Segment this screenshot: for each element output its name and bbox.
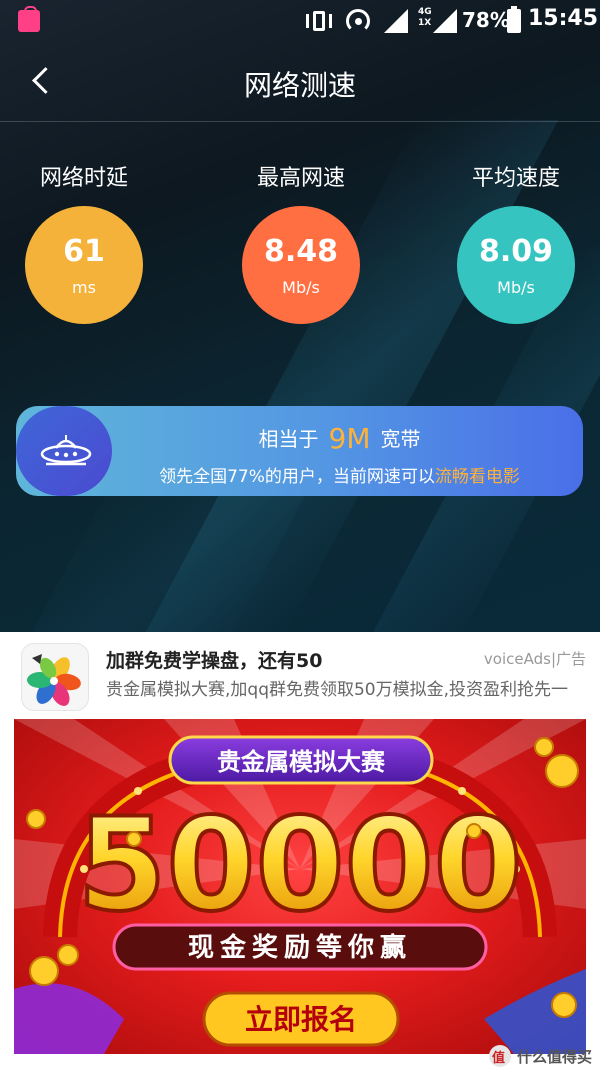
watermark: 什么值得买 <box>488 1045 592 1067</box>
ad-subline: 现金奖励等你赢 <box>188 932 412 963</box>
bandwidth-equivalent: 相当于 9M 宽带 <box>258 422 421 455</box>
ad-app-icon[interactable] <box>22 644 88 710</box>
latency-label: 网络时延 <box>39 166 128 191</box>
network-type-label: 4G 1X <box>418 7 432 28</box>
ad-source-label: voiceAds|广告 <box>483 650 586 668</box>
vibrate-icon <box>302 8 336 34</box>
max-speed-unit: Mb/s <box>282 277 320 297</box>
ad-cta: 立即报名 <box>245 1003 357 1036</box>
hotspot-icon <box>344 8 372 34</box>
ad-headline: 贵金属模拟大赛 <box>217 748 386 776</box>
speed-result-banner: 相当于 9M 宽带 领先全国77%的用户，当前网速可以流畅看电影 <box>16 406 583 496</box>
battery-icon <box>507 6 521 33</box>
ufo-icon <box>40 435 92 466</box>
max-speed-circle: 8.48 Mb/s <box>242 206 360 324</box>
latency-value: 61 <box>63 233 105 269</box>
ad-artwork: 贵金属模拟大赛 50000 现金奖励等你赢 立即报名 <box>14 719 586 1054</box>
max-speed-label: 最高网速 <box>256 166 345 191</box>
page-title: 网络测速 <box>243 69 356 102</box>
avg-speed-unit: Mb/s <box>497 277 535 297</box>
signal-strength-icon <box>383 8 409 34</box>
ufo-badge <box>16 406 112 496</box>
shopping-bag-icon <box>18 6 40 32</box>
status-bar: 4G 1X 78% 15:45 <box>0 0 600 44</box>
avg-speed-value: 8.09 <box>478 233 554 269</box>
latency-circle: 61 ms <box>25 206 143 324</box>
ad-title[interactable]: 加群免费学操盘，还有50 <box>106 646 322 673</box>
ad-description: 贵金属模拟大赛,加qq群免费领取50万模拟金,投资盈利抢先一 <box>106 680 569 700</box>
page-header: 网络测速 <box>0 44 600 122</box>
avg-speed-metric: 平均速度 8.09 Mb/s <box>436 160 596 324</box>
ad-banner-image[interactable]: 贵金属模拟大赛 50000 现金奖励等你赢 立即报名 <box>14 719 586 1054</box>
ranking-text: 领先全国77%的用户，当前网速可以流畅看电影 <box>159 467 520 487</box>
ad-amount: 50000 <box>77 791 522 940</box>
battery-percentage: 78% <box>462 8 510 32</box>
latency-unit: ms <box>72 277 96 297</box>
capability-highlight: 流畅看电影 <box>434 467 520 487</box>
max-speed-value: 8.48 <box>263 233 339 269</box>
ad-card[interactable]: 加群免费学操盘，还有50 voiceAds|广告 贵金属模拟大赛,加qq群免费领… <box>0 632 600 1067</box>
mobile-signal-icon <box>432 8 458 34</box>
watermark-text: 什么值得买 <box>516 1047 592 1066</box>
speed-test-panel: 4G 1X 78% 15:45 网络测速 网络时延 61 ms 最高网速 8.4… <box>0 0 600 632</box>
bandwidth-value: 9M <box>328 422 371 455</box>
latency-metric: 网络时延 61 ms <box>4 160 164 324</box>
status-clock: 15:45 <box>528 6 599 31</box>
max-speed-metric: 最高网速 8.48 Mb/s <box>221 160 381 324</box>
pinwheel-flower-icon <box>27 654 81 706</box>
zhi-logo-icon <box>488 1045 511 1067</box>
avg-speed-label: 平均速度 <box>471 166 560 191</box>
avg-speed-circle: 8.09 Mb/s <box>457 206 575 324</box>
